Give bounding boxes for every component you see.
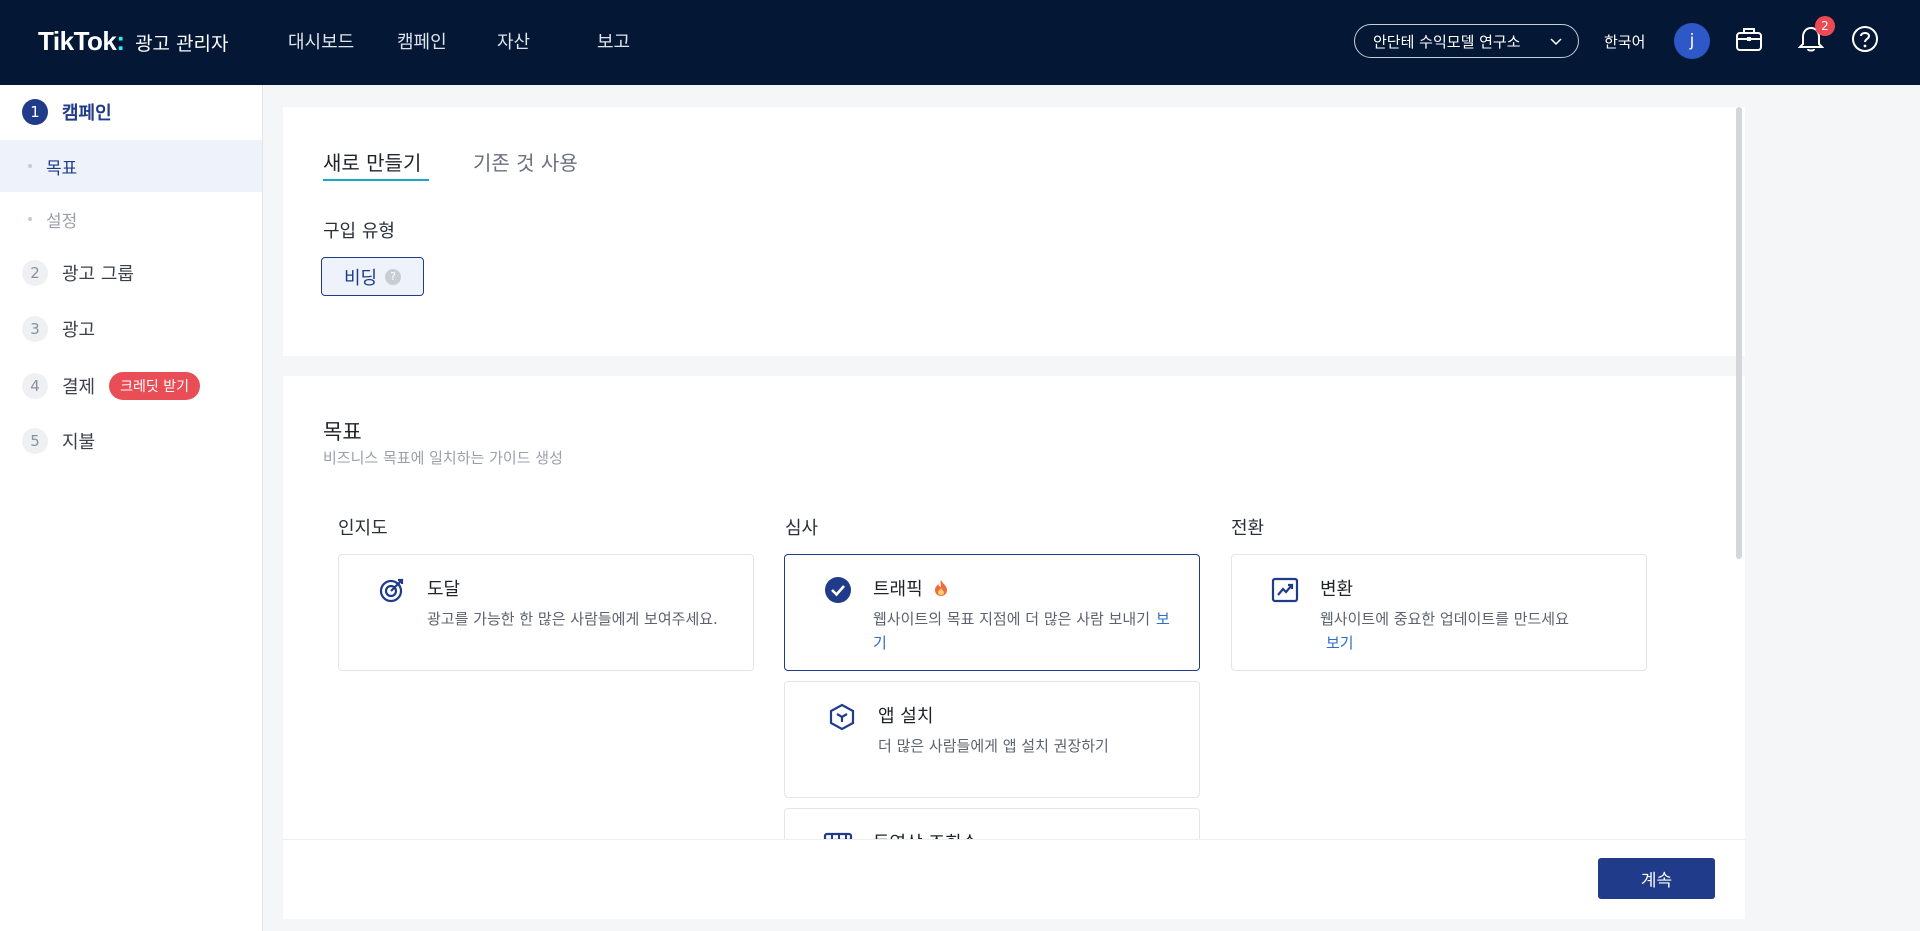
column-consideration: 심사 (785, 518, 819, 539)
card-title: 변환 (1320, 579, 1354, 600)
bidding-option-button[interactable]: 비딩 ? (321, 257, 424, 296)
help-icon[interactable] (1848, 22, 1882, 56)
step-number: 4 (22, 373, 48, 399)
card-description: 웹사이트의 목표 지점에 더 많은 사람 보내기 (873, 610, 1151, 628)
objective-card-app-install[interactable]: 앱 설치 더 많은 사람들에게 앱 설치 권장하기 (784, 681, 1200, 798)
card-description: 웹사이트에 중요한 업데이트를 만드세요 (1320, 610, 1569, 628)
nav-reports[interactable]: 보고 (597, 28, 630, 54)
step-ad[interactable]: 3 광고 (22, 316, 95, 342)
tiktok-logo: TikTok (38, 26, 117, 56)
column-awareness: 인지도 (338, 518, 388, 539)
bidding-label: 비딩 (343, 267, 378, 289)
continue-button[interactable]: 계속 (1598, 858, 1715, 899)
step-ad-group[interactable]: 2 광고 그룹 (22, 260, 134, 286)
card-title: 도달 (427, 579, 461, 600)
footer-action-bar (283, 839, 1745, 919)
objective-subtitle: 비즈니스 목표에 일치하는 가이드 생성 (323, 449, 563, 467)
step-label: 캠페인 (62, 103, 112, 124)
chevron-down-icon (1550, 32, 1562, 50)
video-icon (823, 829, 853, 839)
nav-campaign[interactable]: 캠페인 (397, 28, 447, 54)
account-selector[interactable]: 안단테 수익모델 연구소 (1354, 24, 1579, 58)
step-number: 3 (22, 316, 48, 342)
trending-up-icon (1270, 575, 1300, 605)
step-label: 지불 (62, 432, 96, 453)
card-title: 앱 설치 (878, 706, 934, 727)
target-icon (377, 575, 407, 605)
objective-card-reach[interactable]: 도달 광고를 가능한 한 많은 사람들에게 보여주세요. (338, 554, 754, 671)
column-conversion: 전환 (1231, 518, 1265, 539)
objective-card-video-views[interactable]: 동영상 조회수 (784, 808, 1200, 839)
step-billing[interactable]: 4 결제 크레딧 받기 (22, 372, 200, 400)
notification-badge: 2 (1815, 16, 1835, 36)
nav-dashboard[interactable]: 대시보드 (288, 28, 354, 54)
brand-logo[interactable]: TikTok : 광고 관리자 (38, 26, 229, 57)
objective-card-traffic[interactable]: 트래픽 웹사이트의 목표 지점에 더 많은 사람 보내기 보기 (784, 554, 1200, 671)
cube-icon (827, 702, 857, 732)
campaign-steps-sidebar: 1 캠페인 목표 설정 2 광고 그룹 3 광고 4 결제 크레딧 받기 5 지… (0, 85, 263, 931)
card-description: 광고를 가능한 한 많은 사람들에게 보여주세요. (427, 610, 718, 628)
nav-assets[interactable]: 자산 (497, 28, 530, 54)
vertical-scrollbar[interactable] (1736, 107, 1742, 559)
briefcase-icon[interactable] (1732, 22, 1766, 56)
get-credit-badge[interactable]: 크레딧 받기 (109, 372, 200, 400)
avatar[interactable]: j (1674, 23, 1710, 59)
step-label: 결제 (62, 377, 96, 398)
substep-label: 목표 (46, 158, 78, 179)
language-selector[interactable]: 한국어 (1604, 31, 1645, 52)
tab-create-new[interactable]: 새로 만들기 (323, 147, 421, 176)
tab-use-existing[interactable]: 기존 것 사용 (473, 147, 578, 176)
view-link[interactable]: 보기 (1326, 634, 1354, 652)
question-icon[interactable]: ? (385, 268, 402, 285)
check-circle-icon (823, 575, 853, 605)
step-number: 5 (22, 428, 48, 454)
step-payment[interactable]: 5 지불 (22, 428, 95, 454)
substep-label: 설정 (46, 211, 78, 232)
substep-settings[interactable]: 설정 (0, 193, 262, 245)
purchase-type-label: 구입 유형 (323, 221, 395, 242)
objective-card-conversion[interactable]: 변환 웹사이트에 중요한 업데이트를 만드세요보기 (1231, 554, 1647, 671)
card-description: 더 많은 사람들에게 앱 설치 권장하기 (878, 737, 1109, 755)
ads-manager-label: 광고 관리자 (135, 33, 229, 55)
substep-goal[interactable]: 목표 (0, 140, 262, 192)
step-label: 광고 (62, 320, 96, 341)
step-number: 1 (22, 99, 48, 125)
fire-icon (934, 579, 948, 602)
objective-panel: 목표 비즈니스 목표에 일치하는 가이드 생성 인지도 심사 전환 도달 광고를… (283, 376, 1745, 839)
active-tab-indicator (323, 179, 429, 181)
step-label: 광고 그룹 (62, 264, 134, 285)
campaign-setup-panel: 새로 만들기 기존 것 사용 구입 유형 비딩 ? (283, 107, 1745, 356)
account-name: 안단테 수익모델 연구소 (1373, 32, 1521, 51)
card-title: 트래픽 (873, 575, 948, 602)
top-navigation-bar: TikTok : 광고 관리자 대시보드 캠페인 자산 보고 안단테 수익모델 … (0, 0, 1920, 85)
step-campaign[interactable]: 1 캠페인 (22, 99, 112, 125)
card-title: 동영상 조회수 (873, 829, 978, 839)
objective-title: 목표 (323, 420, 362, 444)
step-number: 2 (22, 260, 48, 286)
